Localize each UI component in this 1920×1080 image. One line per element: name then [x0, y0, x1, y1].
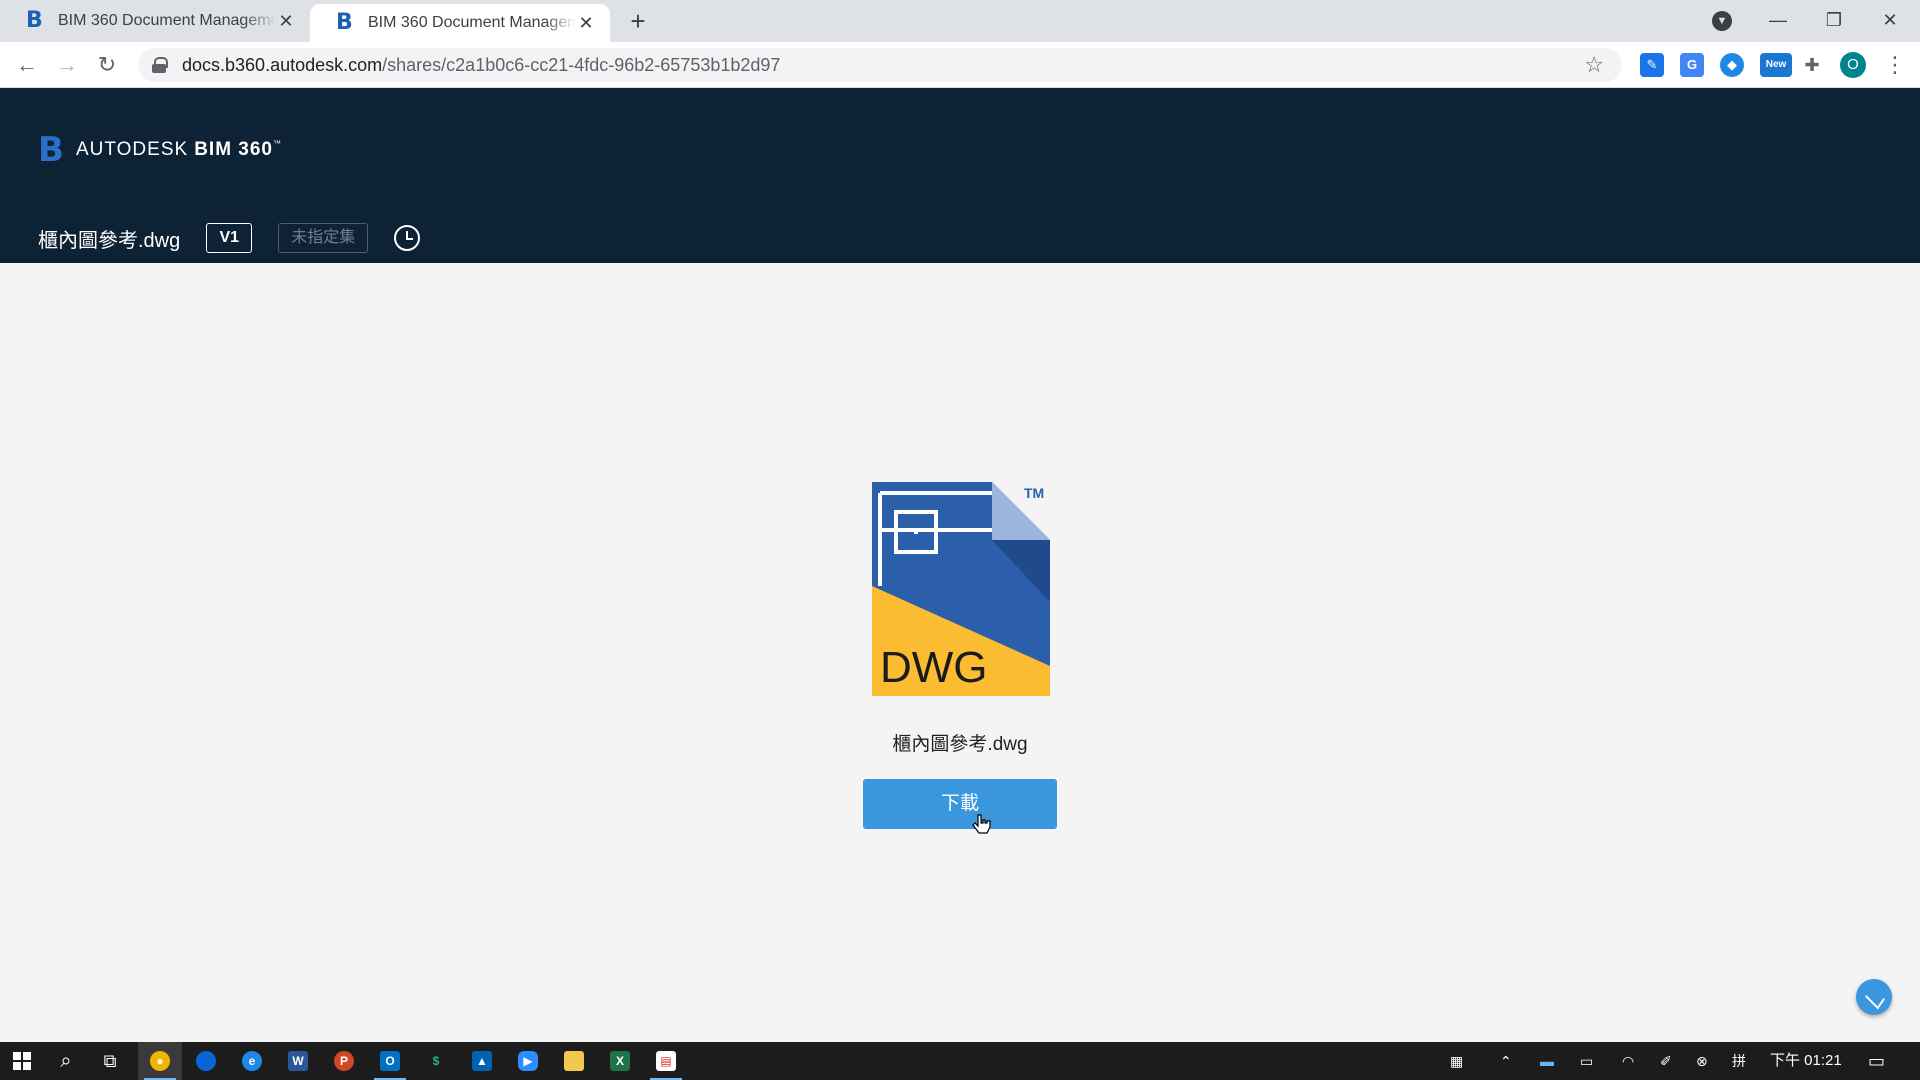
forward-arrow-icon[interactable]: →: [52, 50, 82, 80]
tab-search-icon[interactable]: ▼: [1712, 11, 1732, 31]
minimize-icon[interactable]: —: [1750, 0, 1806, 42]
svg-text:TM: TM: [1024, 485, 1044, 501]
windows-taskbar: ⌕ ⧉ ● e W P O $ ▲ ▶ X ▤ ▦ ⌃ ▬ ▭ ◠ ✐ ⊗ 拼 …: [0, 1042, 1920, 1080]
close-tab-icon[interactable]: ✕: [276, 11, 296, 32]
volume-muted-icon[interactable]: ⊗: [1696, 1042, 1708, 1080]
task-view-icon[interactable]: ⧉: [88, 1042, 132, 1080]
bim360-favicon-icon: B: [26, 8, 43, 33]
brand-text: AUTODESK BIM 360™: [76, 139, 282, 160]
version-badge[interactable]: V1: [206, 223, 253, 253]
puzzle-extensions-icon[interactable]: ✚: [1800, 53, 1824, 77]
main-content: DWG TM 櫃內圖參考.dwg 下載: [0, 263, 1920, 1042]
wifi-icon[interactable]: ◠: [1622, 1042, 1634, 1080]
browser-menu-icon[interactable]: ⋮: [1884, 50, 1906, 80]
file-name-label: 櫃內圖參考.dwg: [892, 734, 1028, 755]
file-info-bar: 櫃內圖參考.dwg V1 未指定集: [38, 222, 421, 254]
new-tab-button[interactable]: +: [624, 8, 652, 36]
taskbar-clock[interactable]: 下午 01:21: [1770, 1042, 1842, 1080]
photos-taskbar-icon[interactable]: ▲: [460, 1042, 504, 1080]
restore-icon[interactable]: ❐: [1806, 0, 1862, 42]
file-title: 櫃內圖參考.dwg: [38, 229, 181, 252]
svg-text:DWG: DWG: [880, 643, 988, 692]
new-extension-badge[interactable]: New: [1760, 53, 1792, 77]
display-tray-icon[interactable]: ▬: [1540, 1042, 1554, 1080]
help-button[interactable]: [1856, 979, 1892, 1015]
chrome-taskbar-icon[interactable]: ●: [138, 1042, 182, 1080]
history-clock-icon[interactable]: [394, 225, 421, 251]
onedrive-taskbar-icon[interactable]: [184, 1042, 228, 1080]
url-text: docs.b360.autodesk.com/shares/c2a1b0c6-c…: [182, 54, 781, 75]
set-badge: 未指定集: [278, 223, 369, 253]
browser-tab[interactable]: B BIM 360 Document Management ✕: [0, 0, 310, 42]
bim360-logo-icon: B: [38, 130, 64, 170]
lock-icon[interactable]: [152, 57, 168, 73]
app-header: B AUTODESK BIM 360™ 櫃內圖參考.dwg V1 未指定集: [0, 88, 1920, 263]
outlook-taskbar-icon[interactable]: O: [368, 1042, 412, 1080]
browser-tab-strip: B BIM 360 Document Management ✕ B BIM 36…: [0, 0, 1920, 42]
autodesk-bim360-logo[interactable]: B AUTODESK BIM 360™: [38, 130, 282, 170]
show-hidden-icons-icon[interactable]: ⌃: [1500, 1042, 1512, 1080]
battery-icon[interactable]: ▭: [1580, 1042, 1593, 1080]
word-taskbar-icon[interactable]: W: [276, 1042, 320, 1080]
profile-avatar[interactable]: O: [1840, 52, 1866, 78]
pen-icon[interactable]: ✐: [1660, 1042, 1672, 1080]
browser-toolbar: ← → ↻ docs.b360.autodesk.com/shares/c2a1…: [0, 42, 1920, 88]
translate-extension-icon[interactable]: G: [1680, 53, 1704, 77]
browser-tab-active[interactable]: B BIM 360 Document Management ✕: [310, 4, 610, 42]
windows-start-icon[interactable]: [0, 1042, 44, 1080]
bim360-favicon-icon: B: [336, 10, 353, 35]
excel-taskbar-icon[interactable]: X: [598, 1042, 642, 1080]
zoom-taskbar-icon[interactable]: ▶: [506, 1042, 550, 1080]
news-widget-icon[interactable]: ▦: [1450, 1042, 1463, 1080]
bookmark-star-icon[interactable]: ☆: [1584, 52, 1604, 78]
edge-taskbar-icon[interactable]: e: [230, 1042, 274, 1080]
window-close-icon[interactable]: ✕: [1862, 0, 1918, 42]
back-arrow-icon[interactable]: ←: [12, 50, 42, 80]
pdf-taskbar-icon[interactable]: ▤: [644, 1042, 688, 1080]
file-explorer-taskbar-icon[interactable]: [552, 1042, 596, 1080]
hand-cursor-icon: [972, 814, 991, 834]
shield-extension-icon[interactable]: ◆: [1720, 53, 1744, 77]
powerpoint-taskbar-icon[interactable]: P: [322, 1042, 366, 1080]
app-s-taskbar-icon[interactable]: $: [414, 1042, 458, 1080]
download-button[interactable]: 下載: [863, 779, 1057, 829]
search-icon[interactable]: ⌕: [44, 1042, 88, 1080]
notification-center-icon[interactable]: ▭: [1868, 1042, 1885, 1080]
close-tab-icon[interactable]: ✕: [576, 13, 596, 34]
reload-icon[interactable]: ↻: [92, 50, 122, 80]
extension-pen-icon[interactable]: ✎: [1640, 53, 1664, 77]
address-bar[interactable]: docs.b360.autodesk.com/shares/c2a1b0c6-c…: [138, 48, 1622, 82]
tab-title: BIM 360 Document Management: [58, 12, 276, 29]
dwg-file-icon: DWG TM: [872, 482, 1050, 696]
ime-icon[interactable]: 拼: [1732, 1042, 1746, 1080]
tab-title: BIM 360 Document Management: [368, 14, 576, 31]
